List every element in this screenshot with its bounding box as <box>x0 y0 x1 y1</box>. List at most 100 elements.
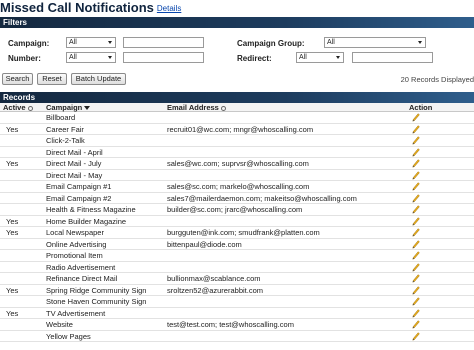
campaign-select[interactable]: All <box>66 37 116 48</box>
cell-active: Yes <box>6 159 19 168</box>
cell-active: Yes <box>6 308 19 318</box>
table-row: Yes Direct Mail - July sales@wc.com; suprv… <box>0 158 474 170</box>
filters-header: Filters <box>0 17 474 28</box>
table-row: Direct Mail - May <box>0 170 474 181</box>
campaign-text-input[interactable] <box>123 37 204 48</box>
pencil-icon[interactable] <box>412 182 420 191</box>
cell-campaign: Health & Fitness Magazine <box>46 205 136 214</box>
table-header-row: Active Campaign Email Address Action <box>0 103 474 112</box>
table-body: Billboard Yes Career Fair recruit01@wc.com;… <box>0 112 474 342</box>
campaign-group-label: Campaign Group: <box>237 39 305 48</box>
column-campaign-label: Campaign <box>46 103 83 112</box>
table-row: Yes Spring Ridge Community Sign sroltzen52… <box>0 285 474 296</box>
cell-campaign: Direct Mail - May <box>46 170 103 180</box>
table-row: Promotional Item <box>0 250 474 262</box>
page-header: Missed Call Notifications Details <box>0 0 181 14</box>
table-row: Click-2-Talk <box>0 135 474 147</box>
column-email[interactable]: Email Address <box>167 103 226 112</box>
cell-campaign: Promotional Item <box>46 251 103 260</box>
column-email-label: Email Address <box>167 103 219 112</box>
cell-campaign: Billboard <box>46 113 76 122</box>
sort-icon <box>27 105 33 111</box>
cell-email: sales7@mailerdaemon.com; makeitso@whosca… <box>167 193 357 203</box>
cell-campaign: Local Newspaper <box>46 228 104 237</box>
cell-email: test@test.com; test@whoscalling.com <box>167 320 294 329</box>
pencil-icon[interactable] <box>412 205 420 214</box>
cell-email: bullionmax@scablance.com <box>167 274 261 283</box>
pencil-icon[interactable] <box>412 239 420 249</box>
cell-active: Yes <box>6 285 19 295</box>
pencil-icon[interactable] <box>412 274 420 283</box>
chevron-down-icon <box>336 56 340 59</box>
cell-campaign: Email Campaign #2 <box>46 193 112 203</box>
cell-email: bittenpaul@diode.com <box>167 239 242 249</box>
number-select[interactable]: All <box>66 52 116 63</box>
table-row: Yes Career Fair recruit01@wc.com; mngr@who… <box>0 124 474 135</box>
pencil-icon[interactable] <box>412 262 420 272</box>
cell-campaign: Direct Mail - July <box>46 159 102 168</box>
records-table: Active Campaign Email Address Action Bil… <box>0 103 474 342</box>
sort-descending-icon <box>84 106 91 111</box>
column-campaign[interactable]: Campaign <box>46 103 91 112</box>
pencil-icon[interactable] <box>412 228 420 237</box>
cell-active: Yes <box>6 228 19 237</box>
pencil-icon[interactable] <box>412 285 420 295</box>
table-row: Yellow Pages <box>0 331 474 342</box>
cell-email: builder@sc.com; jrarc@whoscalling.com <box>167 205 303 214</box>
pencil-icon[interactable] <box>412 297 420 306</box>
cell-email: burgguten@ink.com; smudfrank@platten.com <box>167 228 320 237</box>
table-row: Email Campaign #1 sales@sc.com; markelo@w… <box>0 181 474 193</box>
cell-campaign: Online Advertising <box>46 239 107 249</box>
cell-campaign: Yellow Pages <box>46 331 91 341</box>
cell-campaign: Career Fair <box>46 124 84 134</box>
redirect-text-input[interactable] <box>352 52 433 63</box>
cell-email: sales@sc.com; markelo@whoscalling.com <box>167 182 310 191</box>
column-active[interactable]: Active <box>3 103 33 112</box>
table-row: Yes Home Builder Magazine <box>0 216 474 227</box>
sort-icon <box>220 105 226 111</box>
column-action: Action <box>409 103 433 112</box>
table-row: Health & Fitness Magazine builder@sc.com;… <box>0 204 474 216</box>
batch-update-button[interactable]: Batch Update <box>71 73 126 85</box>
cell-campaign: TV Advertisement <box>46 308 106 318</box>
record-count: 20 Records Displayed <box>400 75 474 84</box>
cell-active: Yes <box>6 124 19 134</box>
campaign-group-select[interactable]: All <box>324 37 426 48</box>
pencil-icon[interactable] <box>412 113 420 122</box>
pencil-icon[interactable] <box>412 251 420 260</box>
reset-button[interactable]: Reset <box>37 73 67 85</box>
pencil-icon[interactable] <box>412 147 420 157</box>
table-row: Billboard <box>0 112 474 124</box>
campaign-select-value: All <box>69 39 77 46</box>
pencil-icon[interactable] <box>412 331 420 341</box>
pencil-icon[interactable] <box>412 216 420 226</box>
table-row: Online Advertising bittenpaul@diode.com <box>0 239 474 250</box>
table-row: Email Campaign #2 sales7@mailerdaemon.com… <box>0 193 474 204</box>
number-text-input[interactable] <box>123 52 204 63</box>
details-link[interactable]: Details <box>157 4 181 14</box>
pencil-icon[interactable] <box>412 308 420 318</box>
pencil-icon[interactable] <box>412 170 420 180</box>
chevron-down-icon <box>108 41 112 44</box>
pencil-icon[interactable] <box>412 320 420 329</box>
number-select-value: All <box>69 54 77 61</box>
cell-active: Yes <box>6 216 19 226</box>
column-active-label: Active <box>3 103 26 112</box>
cell-campaign: Spring Ridge Community Sign <box>46 285 147 295</box>
search-button[interactable]: Search <box>2 73 33 85</box>
table-row: Stone Haven Community Sign <box>0 296 474 308</box>
cell-campaign: Direct Mail - April <box>46 147 103 157</box>
chevron-down-icon <box>108 56 112 59</box>
page-title: Missed Call Notifications <box>0 0 154 15</box>
pencil-icon[interactable] <box>412 193 420 203</box>
cell-email: recruit01@wc.com; mngr@whoscalling.com <box>167 124 314 134</box>
cell-campaign: Click-2-Talk <box>46 136 85 145</box>
redirect-select[interactable]: All <box>296 52 344 63</box>
pencil-icon[interactable] <box>412 124 420 134</box>
redirect-select-value: All <box>299 54 307 61</box>
pencil-icon[interactable] <box>412 136 420 145</box>
redirect-label: Redirect: <box>237 54 272 63</box>
pencil-icon[interactable] <box>412 159 420 168</box>
table-row: Yes Local Newspaper burgguten@ink.com; smu… <box>0 227 474 239</box>
cell-campaign: Email Campaign #1 <box>46 182 112 191</box>
